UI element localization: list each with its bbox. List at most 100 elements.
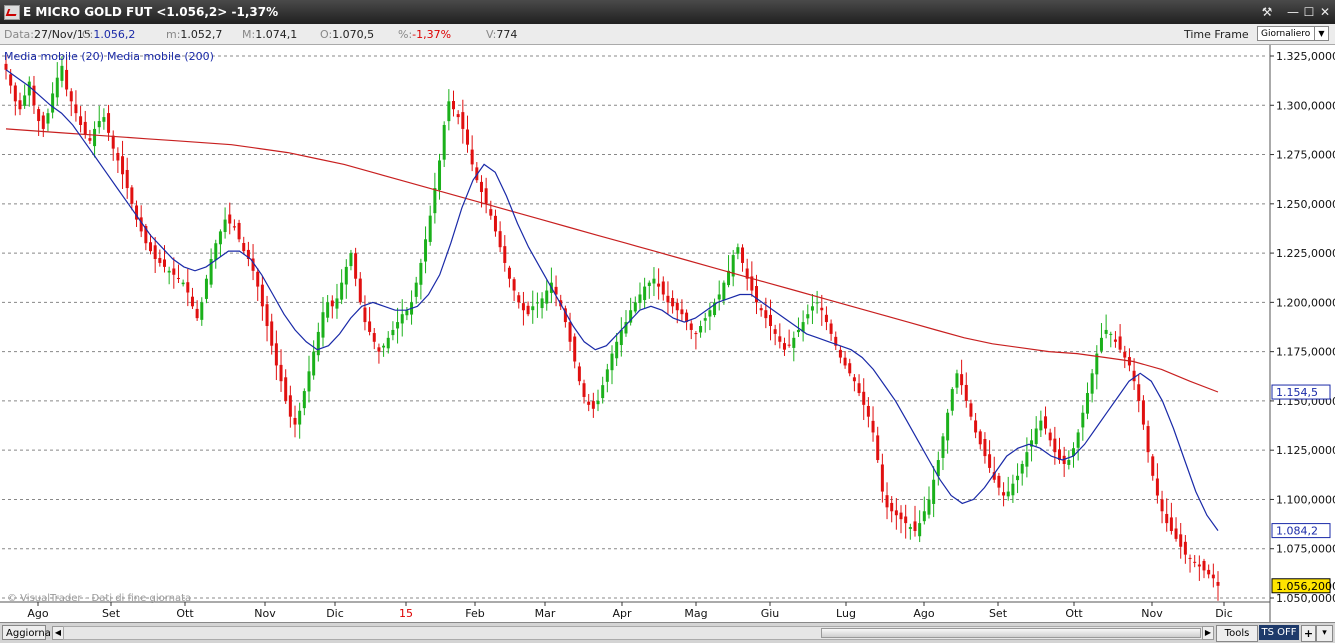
candle-body bbox=[1002, 492, 1006, 496]
open-info: O:1.070,5 bbox=[320, 28, 375, 41]
menu-icon[interactable]: ▾ bbox=[1316, 625, 1333, 642]
candle-body bbox=[195, 308, 199, 319]
close-button[interactable]: ✕ bbox=[1317, 4, 1333, 20]
candle-body bbox=[843, 357, 847, 366]
candle-body bbox=[372, 333, 376, 342]
scroll-thumb[interactable] bbox=[821, 628, 1201, 638]
candle-body bbox=[368, 321, 372, 332]
candle-body bbox=[377, 347, 381, 352]
candle-body bbox=[1020, 463, 1024, 474]
candle-body bbox=[1006, 491, 1010, 497]
candle-body bbox=[619, 329, 623, 346]
maximize-button[interactable]: ☐ bbox=[1301, 4, 1317, 20]
tools-button[interactable]: Tools bbox=[1216, 625, 1258, 642]
candle-body bbox=[186, 282, 190, 293]
candle-body bbox=[442, 124, 446, 160]
candle-body bbox=[232, 226, 236, 228]
ma200-value-label: 1.154,5 bbox=[1276, 386, 1318, 399]
candle-body bbox=[596, 400, 600, 405]
legend-ma200[interactable]: Media mobile (200) bbox=[107, 50, 214, 63]
volume-info: V:774 bbox=[486, 28, 518, 41]
candle-body bbox=[848, 363, 852, 374]
candle-body bbox=[461, 112, 465, 129]
candle-body bbox=[815, 302, 819, 304]
candle-body bbox=[218, 231, 222, 245]
ts-off-button[interactable]: TS OFF bbox=[1259, 625, 1299, 640]
candle-body bbox=[321, 312, 325, 338]
chevron-down-icon[interactable]: ▼ bbox=[1314, 27, 1328, 40]
candle-body bbox=[65, 69, 69, 90]
candle-body bbox=[680, 309, 684, 315]
candle-body bbox=[270, 321, 274, 346]
candle-body bbox=[997, 475, 1001, 488]
candle-body bbox=[382, 345, 386, 348]
candle-body bbox=[787, 344, 791, 346]
x-tick-label: Dic bbox=[1215, 607, 1233, 620]
candle-body bbox=[489, 209, 493, 216]
candle-body bbox=[974, 420, 978, 433]
y-tick-label: 1.075,0000 bbox=[1276, 543, 1335, 556]
timeframe-label: Time Frame bbox=[1184, 28, 1249, 41]
candle-body bbox=[493, 215, 497, 232]
candle-body bbox=[298, 410, 302, 425]
y-tick-label: 1.200,0000 bbox=[1276, 296, 1335, 309]
candle-body bbox=[615, 341, 619, 359]
candle-body bbox=[447, 101, 451, 122]
info-bar: Data:27/Nov/15 C:1.056,2 m:1.052,7 M:1.0… bbox=[0, 24, 1335, 45]
candle-body bbox=[344, 266, 348, 285]
candle-body bbox=[1113, 339, 1117, 342]
close-info: C:1.056,2 bbox=[82, 28, 136, 41]
candle-body bbox=[32, 85, 36, 106]
candle-body bbox=[913, 521, 917, 531]
candle-body bbox=[358, 278, 362, 303]
candle-body bbox=[764, 310, 768, 319]
candle-body bbox=[176, 277, 180, 279]
candle-body bbox=[1044, 416, 1048, 429]
candle-body bbox=[307, 371, 311, 392]
candle-body bbox=[326, 302, 330, 318]
candle-body bbox=[74, 104, 78, 114]
candle-body bbox=[1081, 412, 1085, 428]
candle-body bbox=[349, 253, 353, 267]
period-select[interactable]: Giornaliero ▼ bbox=[1257, 26, 1329, 41]
candle-body bbox=[605, 369, 609, 382]
price-chart[interactable]: 1.325,0000 1.300,0000 1.275,0000 1.250,0000… bbox=[0, 45, 1335, 622]
candle-body bbox=[806, 314, 810, 319]
candle-body bbox=[1067, 460, 1071, 465]
candle-body bbox=[107, 113, 111, 133]
update-button[interactable]: Aggiorna bbox=[2, 625, 51, 640]
candle-body bbox=[158, 257, 162, 263]
candle-body bbox=[922, 511, 926, 522]
x-tick-label: Set bbox=[102, 607, 121, 620]
candle-body bbox=[689, 323, 693, 330]
x-tick-label: Set bbox=[989, 607, 1008, 620]
candle-body bbox=[167, 270, 171, 273]
candle-body bbox=[988, 454, 992, 468]
horizontal-scrollbar[interactable] bbox=[63, 626, 1203, 640]
candle-body bbox=[866, 405, 870, 417]
candle-body bbox=[643, 286, 647, 301]
tools-icon[interactable]: ⚒ bbox=[1259, 4, 1275, 20]
candle-body bbox=[46, 113, 50, 124]
x-tick-label: Ott bbox=[176, 607, 194, 620]
y-tick-label: 1.225,0000 bbox=[1276, 247, 1335, 260]
candle-body bbox=[1155, 478, 1159, 496]
date-info: Data:27/Nov/15 bbox=[4, 28, 91, 41]
candle-body bbox=[512, 279, 516, 291]
candle-body bbox=[768, 314, 772, 327]
candle-body bbox=[824, 314, 828, 323]
minimize-button[interactable]: — bbox=[1285, 4, 1301, 20]
x-tick-label: Mar bbox=[535, 607, 556, 620]
y-tick-label: 1.325,0000 bbox=[1276, 50, 1335, 63]
x-tick-label: Nov bbox=[254, 607, 276, 620]
scroll-right-icon[interactable]: ▶ bbox=[1202, 626, 1214, 640]
legend-ma20[interactable]: Media mobile (20) bbox=[4, 50, 104, 63]
candle-body bbox=[927, 499, 931, 515]
candle-body bbox=[703, 318, 707, 321]
x-tick-label: Ago bbox=[27, 607, 49, 620]
plus-icon[interactable]: + bbox=[1301, 625, 1316, 642]
candle-body bbox=[894, 510, 898, 516]
candle-body bbox=[316, 331, 320, 356]
candle-body bbox=[13, 85, 17, 102]
candle-body bbox=[722, 282, 726, 301]
